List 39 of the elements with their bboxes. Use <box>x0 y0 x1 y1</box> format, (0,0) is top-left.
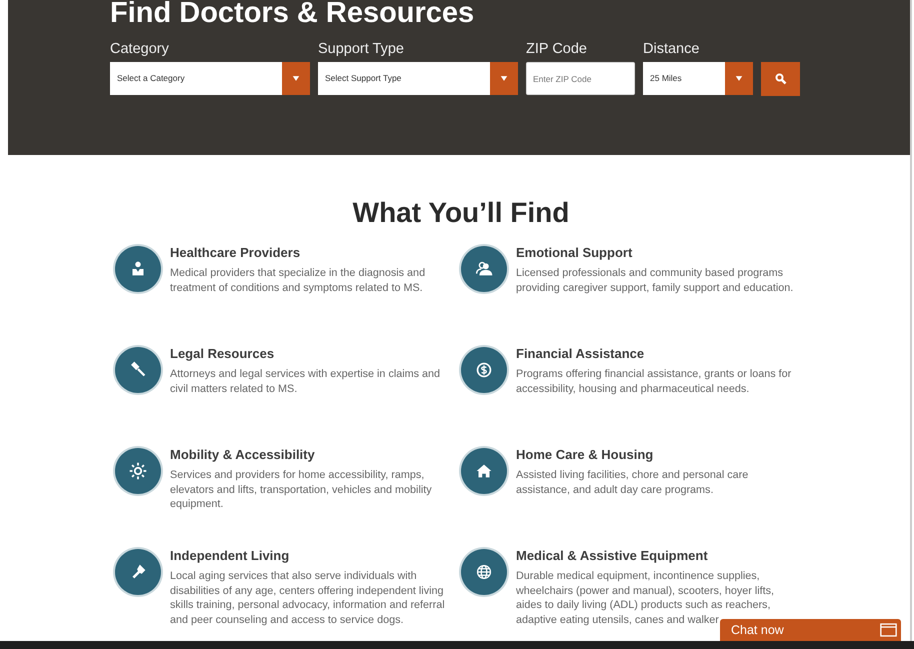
chat-now-button[interactable]: Chat now <box>720 619 901 641</box>
input-field[interactable]: Enter ZIP Code <box>526 62 635 95</box>
dollar-icon <box>461 347 507 393</box>
search-button[interactable] <box>761 62 800 96</box>
category-title: Independent Living <box>170 548 290 564</box>
category-description: Assisted living facilities, chore and personal care assistance, and adult day care programs. <box>516 468 750 497</box>
category-title: Home Care & Housing <box>516 447 654 463</box>
sun-icon <box>115 448 161 494</box>
dropdown[interactable]: 25 Miles <box>643 62 753 95</box>
globe-icon <box>461 549 507 595</box>
field-label: Category <box>110 40 170 59</box>
caret-icon <box>292 75 300 82</box>
category-title: Emotional Support <box>516 245 634 261</box>
window-icon <box>880 623 897 637</box>
category-description: Services and providers for home accessibility, ramps, elevators and lifts, transportation, vehicles and mobility equipment. <box>170 468 433 512</box>
category-title: Mobility & Accessibility <box>170 447 316 463</box>
category-description: Attorneys and legal services with expertise in claims and civil matters related to MS. <box>170 367 442 396</box>
dropdown[interactable]: Select a Category <box>110 62 310 95</box>
category-description: Programs offering financial assistance, grants or loans for accessibility, housing and pharmaceutical needs. <box>516 367 792 396</box>
field-label: Support Type <box>318 40 405 59</box>
gavel-icon <box>115 347 161 393</box>
category-title: Medical & Assistive Equipment <box>516 548 709 564</box>
house-icon <box>461 448 507 494</box>
category-description: Medical providers that specialize in the diagnosis and treatment of conditions and symptoms related to MS. <box>170 266 426 295</box>
caret-icon <box>735 75 743 82</box>
category-description: Licensed professionals and community based programs providing caregiver support, family support and education. <box>516 266 794 295</box>
field-label: Distance <box>643 40 700 59</box>
page-title: Find Doctors & Resources <box>110 0 476 30</box>
category-title: Financial Assistance <box>516 346 646 362</box>
field-label: ZIP Code <box>526 40 588 59</box>
category-description: Local aging services that also serve individuals with disabilities of any age, centers offering independent living skills training, personal advocacy, information and referral and peer counseling and access to service dogs. <box>170 569 446 627</box>
dropdown[interactable]: Select Support Type <box>318 62 518 95</box>
category-title: Healthcare Providers <box>170 245 302 261</box>
search-icon <box>774 73 786 85</box>
people-icon <box>461 246 507 292</box>
person-icon <box>115 246 161 292</box>
caret-icon <box>500 75 508 82</box>
category-title: Legal Resources <box>170 346 276 362</box>
section-heading: What You’ll Find <box>352 197 570 230</box>
